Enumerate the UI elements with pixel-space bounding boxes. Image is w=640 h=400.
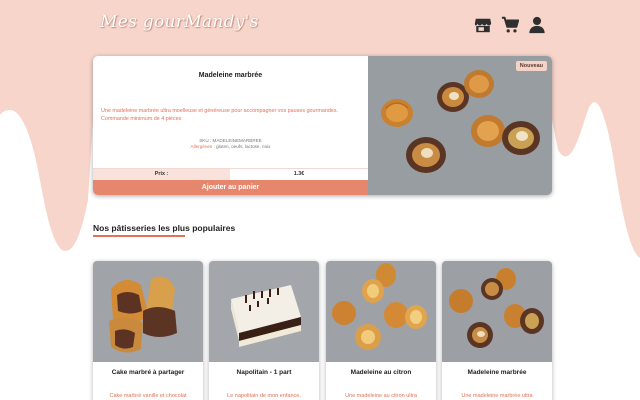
product-info: Madeleine marbrée Une madeleine marbrée …	[93, 56, 368, 195]
product-description: Une madeleine au citron ultra	[345, 393, 417, 399]
product-description: Le napolitain de mon enfance,	[227, 393, 301, 399]
product-title: Cake marbré à partager	[111, 369, 185, 376]
header-nav	[474, 16, 546, 34]
product-description: Une madeleine marbrée ultra moelleuse et…	[101, 108, 339, 122]
add-to-cart-button[interactable]: Ajouter au panier	[93, 180, 368, 195]
product-photo[interactable]	[368, 56, 552, 195]
product-title: Napolitain - 1 part	[236, 369, 292, 376]
site-logo[interactable]: Mes gourMandy's	[100, 12, 259, 32]
user-icon[interactable]	[528, 16, 546, 34]
product-allergens: Allergènes : gluten, oeufs, lactose, noi…	[93, 144, 368, 149]
product-sku: SKU : MADELEINEMARBREE	[199, 138, 262, 143]
product-photo	[93, 261, 203, 362]
cart-icon[interactable]	[501, 16, 519, 34]
product-photo	[442, 261, 552, 362]
product-photo	[209, 261, 319, 362]
new-badge: Nouveau	[515, 61, 547, 71]
product-description: Cake marbré vanille et chocolat	[109, 393, 187, 399]
section-title: Nos pâtisseries les plus populaires	[93, 223, 236, 233]
product-title: Madeleine marbrée	[198, 72, 263, 79]
product-card[interactable]: Madeleine marbrée Une madeleine marbrée …	[442, 261, 552, 400]
product-description: Une madeleine marbrée ultra	[461, 393, 533, 399]
price-row: Prix : 1.3€	[93, 168, 368, 180]
product-card[interactable]: Napolitain - 1 part Le napolitain de mon…	[209, 261, 319, 400]
price-value: 1.3€	[230, 169, 368, 180]
featured-product-card: Madeleine marbrée Une madeleine marbrée …	[93, 56, 552, 195]
product-title: Madeleine marbrée	[467, 369, 527, 376]
popular-products: Cake marbré à partager Cake marbré vanil…	[93, 261, 552, 400]
allergens-value: gluten, oeufs, lactose, noix	[216, 144, 271, 149]
product-photo	[326, 261, 436, 362]
shop-icon[interactable]	[474, 16, 492, 34]
product-card[interactable]: Cake marbré à partager Cake marbré vanil…	[93, 261, 203, 400]
section-underline	[93, 235, 185, 237]
product-card[interactable]: Madeleine au citron Une madeleine au cit…	[326, 261, 436, 400]
allergens-label: Allergènes :	[190, 144, 215, 149]
product-title: Madeleine au citron	[350, 369, 412, 376]
site-header: Mes gourMandy's	[0, 0, 640, 52]
price-label: Prix :	[93, 169, 230, 180]
